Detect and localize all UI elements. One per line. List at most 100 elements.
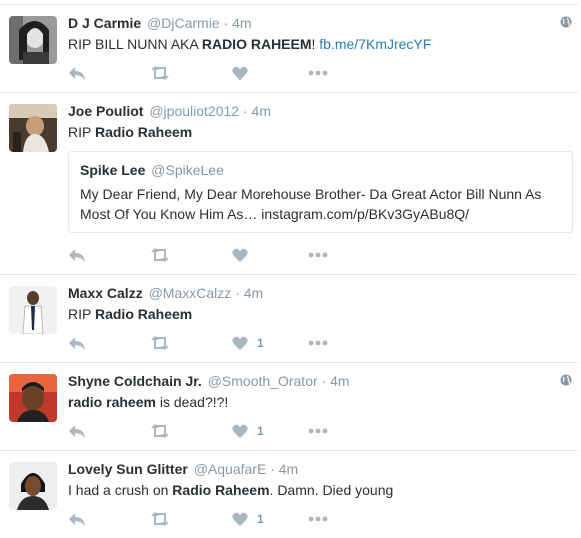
user-handle[interactable]: @Smooth_Orator bbox=[208, 373, 318, 389]
text-segment: I had a crush on bbox=[68, 482, 173, 498]
tweet[interactable]: Shyne Coldchain Jr. @Smooth_Orator · 4m … bbox=[0, 362, 578, 450]
retweet-icon bbox=[151, 512, 169, 526]
separator: · bbox=[223, 15, 229, 31]
text-segment: is dead?!?! bbox=[155, 394, 229, 410]
text-segment: RIP bbox=[68, 306, 95, 322]
highlight-term: RADIO RAHEEM bbox=[201, 36, 312, 52]
like-count: 1 bbox=[257, 424, 264, 438]
quoted-tweet[interactable]: Spike Lee @SpikeLee My Dear Friend, My D… bbox=[68, 151, 573, 233]
more-icon bbox=[308, 70, 328, 76]
reply-button[interactable] bbox=[68, 64, 86, 82]
tweet[interactable]: Maxx Calzz @MaxxCalzz · 4m RIP Radio Rah… bbox=[0, 274, 578, 362]
highlight-term: Radio Raheem bbox=[94, 306, 193, 322]
user-handle[interactable]: @AquafarE bbox=[194, 461, 267, 477]
avatar[interactable] bbox=[9, 374, 57, 422]
timestamp[interactable]: 4m bbox=[244, 285, 263, 301]
retweet-button[interactable] bbox=[150, 246, 170, 264]
like-count: 1 bbox=[257, 336, 264, 350]
reply-icon bbox=[69, 337, 85, 350]
like-button[interactable]: 1 bbox=[232, 510, 264, 528]
reply-button[interactable] bbox=[68, 422, 86, 440]
timestamp[interactable]: 4m bbox=[279, 461, 298, 477]
user-name[interactable]: Lovely Sun Glitter bbox=[68, 461, 188, 477]
tweet-header: Maxx Calzz @MaxxCalzz · 4m bbox=[68, 284, 568, 302]
user-handle[interactable]: @DjCarmie bbox=[147, 15, 220, 31]
highlight-term: radio raheem bbox=[68, 394, 156, 410]
tweet-header: Joe Pouliot @jpouliot2012 · 4m bbox=[68, 102, 568, 120]
user-handle[interactable]: @MaxxCalzz bbox=[149, 285, 232, 301]
reply-icon bbox=[69, 249, 85, 262]
avatar[interactable] bbox=[9, 16, 57, 64]
quoted-tweet-header: Spike Lee @SpikeLee bbox=[80, 161, 561, 179]
retweet-icon bbox=[151, 424, 169, 438]
user-name[interactable]: Maxx Calzz bbox=[68, 285, 143, 301]
heart-icon bbox=[232, 512, 248, 526]
retweet-button[interactable] bbox=[150, 64, 170, 82]
quoted-user-name: Spike Lee bbox=[80, 162, 146, 178]
like-button[interactable] bbox=[232, 64, 257, 82]
like-count: 1 bbox=[257, 512, 264, 526]
globe-icon bbox=[560, 373, 572, 391]
timestamp[interactable]: 4m bbox=[232, 15, 251, 31]
retweet-button[interactable] bbox=[150, 510, 170, 528]
tweet-text: I had a crush on Radio Raheem. Damn. Die… bbox=[68, 481, 568, 500]
heart-icon bbox=[232, 248, 248, 262]
more-icon bbox=[308, 428, 328, 434]
quoted-user-handle: @SpikeLee bbox=[151, 162, 224, 178]
heart-icon bbox=[232, 424, 248, 438]
user-handle[interactable]: @jpouliot2012 bbox=[149, 103, 239, 119]
tweet-header: Lovely Sun Glitter @AquafarE · 4m bbox=[68, 460, 568, 478]
retweet-icon bbox=[151, 66, 169, 80]
timestamp[interactable]: 4m bbox=[252, 103, 271, 119]
like-button[interactable]: 1 bbox=[232, 334, 264, 352]
user-name[interactable]: Joe Pouliot bbox=[68, 103, 143, 119]
text-segment: . Damn. Died young bbox=[269, 482, 394, 498]
tweet-text: radio raheem is dead?!?! bbox=[68, 393, 568, 412]
avatar[interactable] bbox=[9, 286, 57, 334]
tweet-header: Shyne Coldchain Jr. @Smooth_Orator · 4m bbox=[68, 372, 568, 390]
retweet-button[interactable] bbox=[150, 422, 170, 440]
reply-button[interactable] bbox=[68, 246, 86, 264]
retweet-button[interactable] bbox=[150, 334, 170, 352]
more-icon bbox=[308, 252, 328, 258]
heart-icon bbox=[232, 336, 248, 350]
tweet-link[interactable]: fb.me/7KmJrecYF bbox=[319, 36, 431, 52]
globe-icon bbox=[560, 15, 572, 33]
user-name[interactable]: D J Carmie bbox=[68, 15, 141, 31]
separator: · bbox=[242, 103, 248, 119]
more-button[interactable] bbox=[308, 334, 328, 352]
tweet[interactable]: Lovely Sun Glitter @AquafarE · 4m I had … bbox=[0, 450, 578, 538]
text-segment: RIP bbox=[68, 124, 95, 140]
more-button[interactable] bbox=[308, 246, 328, 264]
heart-icon bbox=[232, 66, 248, 80]
reply-icon bbox=[69, 513, 85, 526]
tweet-text: RIP Radio Raheem bbox=[68, 305, 568, 324]
retweet-icon bbox=[151, 336, 169, 350]
more-icon bbox=[308, 516, 328, 522]
avatar[interactable] bbox=[9, 462, 57, 510]
quoted-tweet-text: My Dear Friend, My Dear Morehouse Brothe… bbox=[80, 186, 542, 222]
tweet[interactable]: Joe Pouliot @jpouliot2012 · 4m RIP Radio… bbox=[0, 92, 578, 274]
highlight-term: Radio Raheem bbox=[94, 124, 193, 140]
reply-button[interactable] bbox=[68, 510, 86, 528]
tweet-text: RIP BILL NUNN AKA RADIO RAHEEM! fb.me/7K… bbox=[68, 35, 568, 54]
timeline: D J Carmie @DjCarmie · 4m RIP BILL NUNN … bbox=[0, 0, 581, 538]
highlight-term: Radio Raheem bbox=[172, 482, 270, 498]
timestamp[interactable]: 4m bbox=[330, 373, 349, 389]
avatar[interactable] bbox=[9, 104, 57, 152]
more-button[interactable] bbox=[308, 422, 328, 440]
retweet-icon bbox=[151, 248, 169, 262]
like-button[interactable]: 1 bbox=[232, 422, 264, 440]
reply-button[interactable] bbox=[68, 334, 86, 352]
tweet-text: RIP Radio Raheem bbox=[68, 123, 568, 142]
more-icon bbox=[308, 340, 328, 346]
more-button[interactable] bbox=[308, 510, 328, 528]
reply-icon bbox=[69, 425, 85, 438]
separator: · bbox=[321, 373, 327, 389]
like-button[interactable] bbox=[232, 246, 257, 264]
separator: · bbox=[235, 285, 240, 301]
more-button[interactable] bbox=[308, 64, 328, 82]
user-name[interactable]: Shyne Coldchain Jr. bbox=[68, 373, 202, 389]
tweet[interactable]: D J Carmie @DjCarmie · 4m RIP BILL NUNN … bbox=[0, 4, 578, 92]
separator: · bbox=[270, 461, 275, 477]
